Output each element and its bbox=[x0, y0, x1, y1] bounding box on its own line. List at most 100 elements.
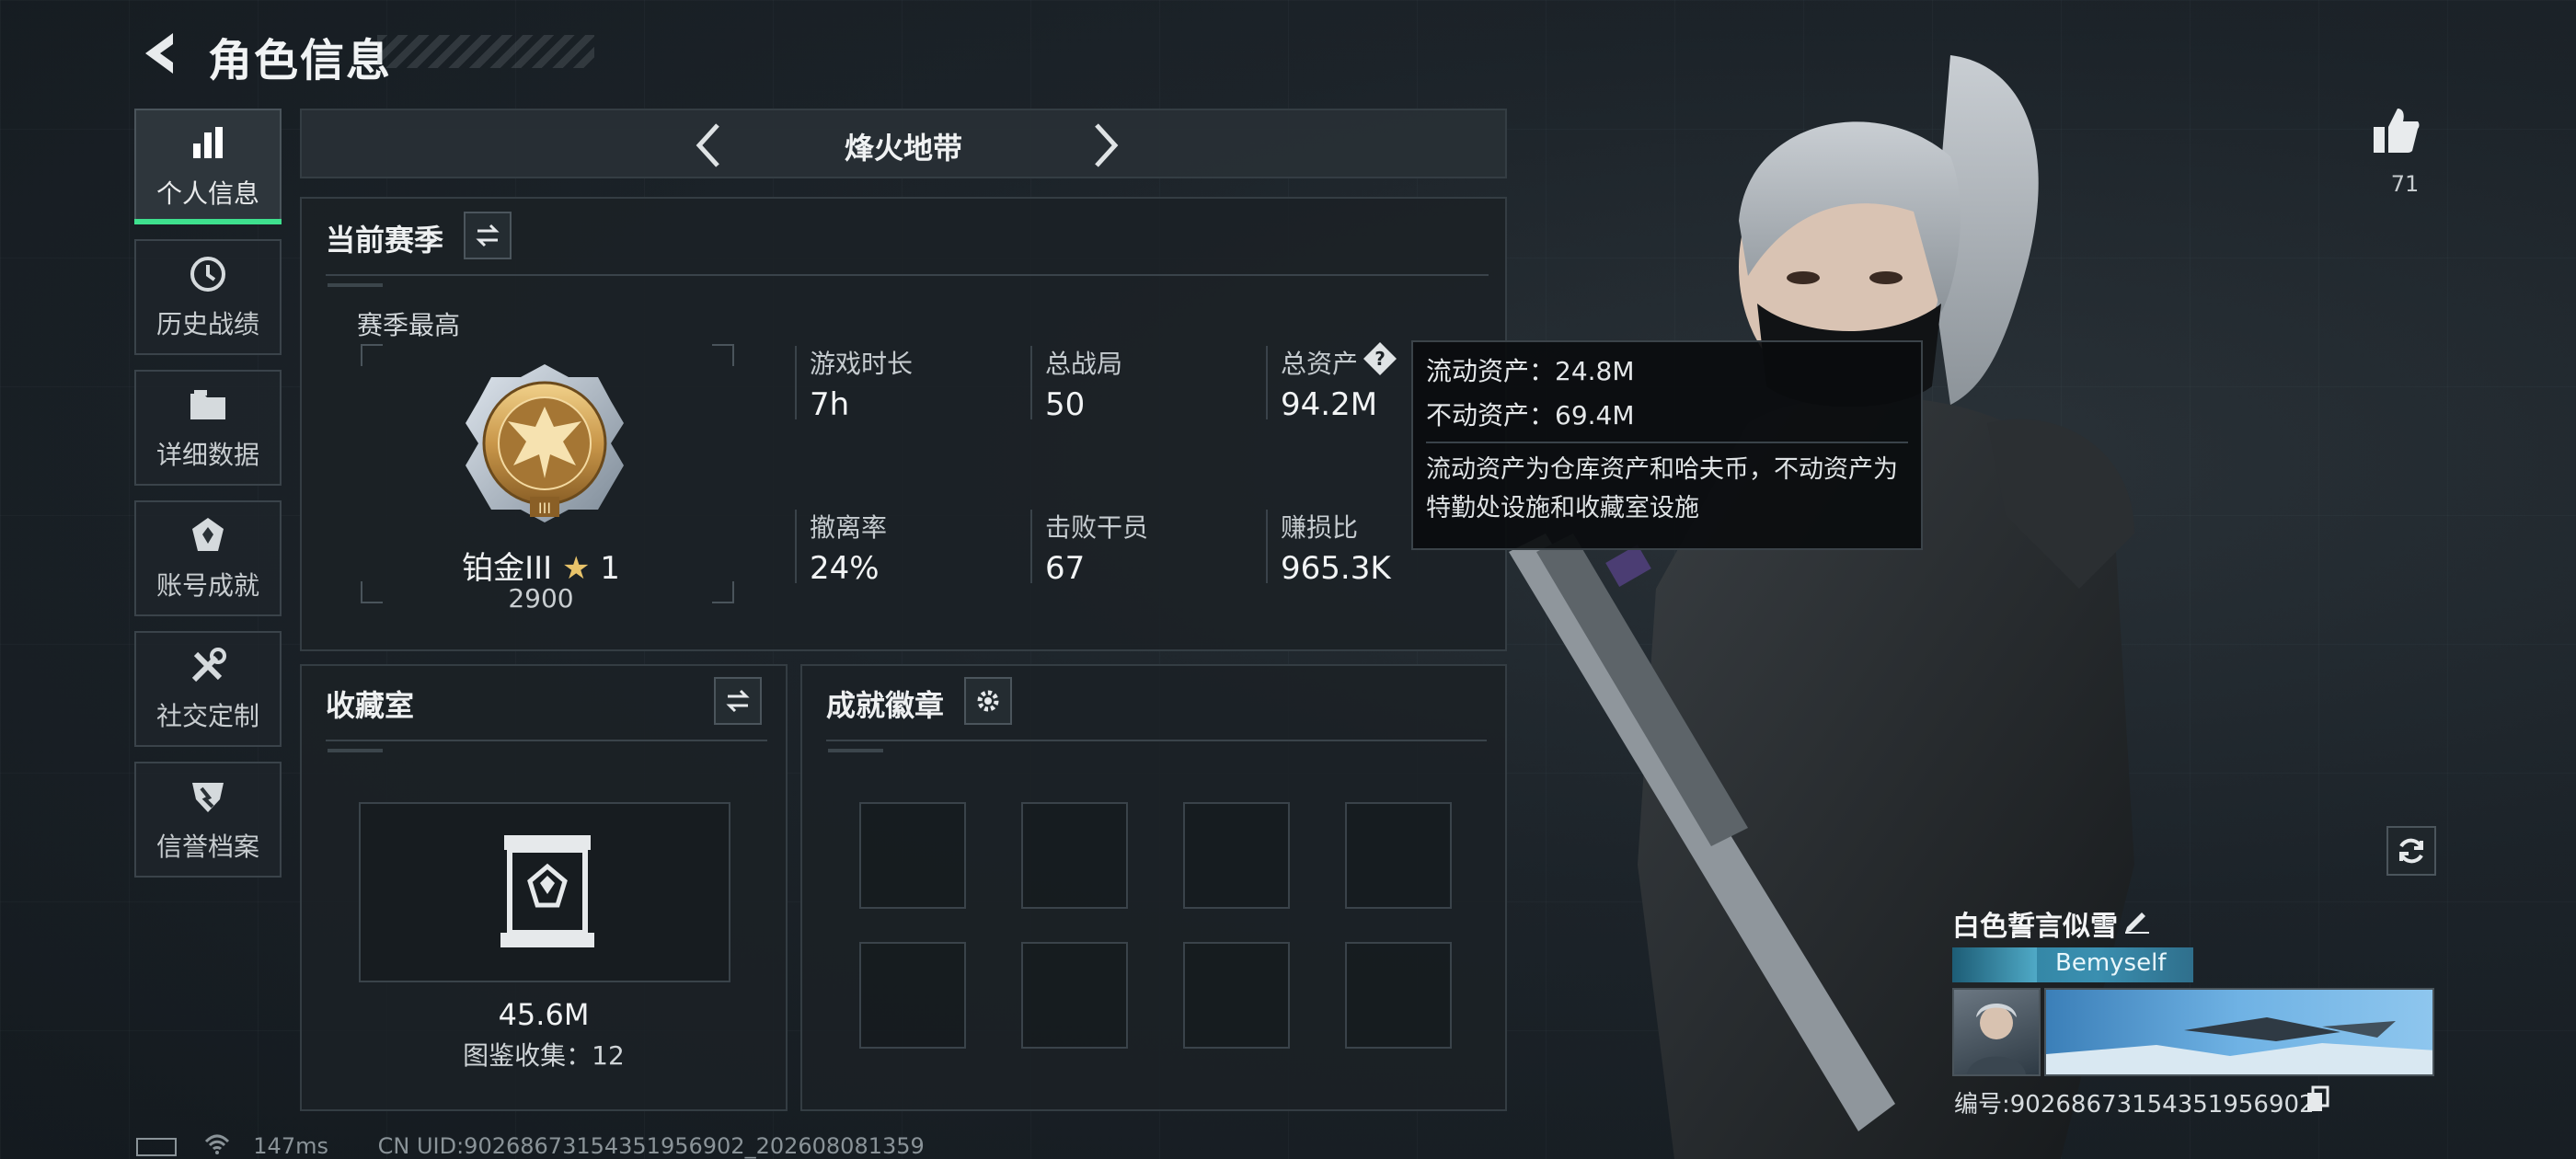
stat-value: 94.2M bbox=[1281, 386, 1378, 423]
player-title-tag[interactable]: Bemyself bbox=[1952, 947, 2193, 982]
mode-selector: 烽火地带 bbox=[300, 109, 1507, 178]
copy-id-button[interactable] bbox=[2306, 1085, 2329, 1113]
page-title: 角色信息 bbox=[208, 35, 393, 86]
decoration bbox=[328, 749, 383, 752]
sidebar-item-personal-info[interactable]: 个人信息 bbox=[134, 109, 282, 224]
svg-text:III: III bbox=[538, 499, 551, 517]
star-icon: ★ bbox=[561, 550, 591, 587]
divider bbox=[1030, 346, 1032, 419]
status-bar: 147ms CN UID:90268673154351956902_202608… bbox=[136, 1133, 925, 1159]
badge-slot[interactable] bbox=[1183, 942, 1290, 1049]
avatar[interactable] bbox=[1952, 988, 2041, 1076]
like-count: 71 bbox=[2390, 171, 2420, 197]
sidebar-item-label: 详细数据 bbox=[155, 440, 259, 470]
frame-corner bbox=[712, 344, 734, 366]
divider bbox=[326, 740, 767, 741]
rank-score: 2900 bbox=[508, 583, 574, 614]
name-card-banner[interactable] bbox=[2044, 988, 2434, 1076]
sidebar-item-label: 个人信息 bbox=[155, 178, 259, 209]
wifi-icon bbox=[204, 1134, 230, 1159]
tools-icon bbox=[187, 645, 229, 687]
divider bbox=[1266, 510, 1268, 583]
collection-panel: 收藏室 45.6M 图鉴收集：12 bbox=[300, 664, 788, 1111]
badges-panel: 成就徽章 bbox=[800, 664, 1507, 1111]
collection-display[interactable] bbox=[359, 802, 730, 982]
sidebar-item-label: 账号成就 bbox=[155, 570, 259, 601]
reputation-icon bbox=[187, 775, 229, 818]
rank-emblem-icon: III bbox=[460, 359, 629, 532]
rank-stars: 1 bbox=[600, 550, 620, 587]
assets-tooltip: 流动资产：24.8M 不动资产：69.4M 流动资产为仓库资产和哈夫币，不动资产… bbox=[1411, 340, 1923, 550]
bar-chart-icon bbox=[187, 122, 229, 165]
divider bbox=[795, 510, 797, 583]
next-mode-arrow-icon[interactable] bbox=[1082, 120, 1128, 171]
sidebar-item-label: 社交定制 bbox=[155, 701, 259, 731]
sidebar-item-detailed-data[interactable]: 详细数据 bbox=[134, 370, 282, 486]
badge-slot[interactable] bbox=[1345, 942, 1452, 1049]
mode-title: 烽火地带 bbox=[844, 131, 962, 166]
badge-slot[interactable] bbox=[859, 942, 966, 1049]
season-title: 当前赛季 bbox=[326, 223, 444, 258]
swap-icon bbox=[476, 224, 500, 247]
stat-label: 游戏时长 bbox=[810, 349, 914, 379]
history-icon bbox=[187, 253, 229, 295]
uid-text: CN UID:90268673154351956902_202608081359 bbox=[377, 1133, 925, 1159]
back-arrow-icon[interactable] bbox=[136, 28, 182, 79]
help-icon[interactable]: ? bbox=[1362, 340, 1398, 377]
thumbs-up-icon bbox=[2374, 109, 2420, 153]
swap-collection-button[interactable] bbox=[714, 677, 762, 725]
divider bbox=[795, 346, 797, 419]
rank-line: 铂金III ★ 1 bbox=[302, 543, 780, 588]
badge-slot[interactable] bbox=[1021, 802, 1128, 909]
badge-slot[interactable] bbox=[859, 802, 966, 909]
divider bbox=[826, 740, 1487, 741]
player-id: 编号:90268673154351956902 bbox=[1954, 1091, 2315, 1119]
svg-text:?: ? bbox=[1374, 348, 1386, 370]
rank-name: 铂金III bbox=[462, 550, 553, 587]
title-tag-emblem bbox=[1952, 947, 2037, 982]
sidebar-item-label: 信誉档案 bbox=[155, 832, 259, 862]
decoration bbox=[828, 749, 883, 752]
divider bbox=[1266, 346, 1268, 419]
gear-icon bbox=[977, 690, 999, 712]
stat-label: 赚损比 bbox=[1281, 512, 1359, 543]
sidebar-item-social[interactable]: 社交定制 bbox=[134, 631, 282, 747]
title-tag-text: Bemyself bbox=[2055, 949, 2167, 977]
tooltip-fixed-assets: 不动资产：69.4M bbox=[1426, 400, 1635, 430]
divider bbox=[1030, 510, 1032, 583]
swap-season-button[interactable] bbox=[464, 212, 512, 259]
rotate-button[interactable] bbox=[2386, 826, 2436, 876]
badge-settings-button[interactable] bbox=[964, 677, 1012, 725]
stat-label: 撤离率 bbox=[810, 512, 888, 543]
sidebar: 个人信息 历史战绩 详细数据 账号成就 社交定制 信誉档案 bbox=[134, 109, 282, 892]
season-best-label: 赛季最高 bbox=[357, 310, 461, 340]
badges-title: 成就徽章 bbox=[826, 688, 945, 723]
frame-corner bbox=[361, 344, 383, 366]
title-decoration bbox=[377, 35, 594, 68]
pencil-icon bbox=[2125, 912, 2149, 934]
badge-slot[interactable] bbox=[1021, 942, 1128, 1049]
stat-value: 965.3K bbox=[1281, 550, 1391, 587]
edit-name-button[interactable] bbox=[2122, 905, 2151, 935]
stat-label: 总战局 bbox=[1045, 349, 1123, 379]
stat-value: 67 bbox=[1045, 550, 1086, 587]
divider bbox=[1426, 442, 1908, 443]
swap-icon bbox=[726, 689, 750, 713]
sidebar-item-reputation[interactable]: 信誉档案 bbox=[134, 762, 282, 878]
stat-value: 7h bbox=[810, 386, 850, 423]
decoration bbox=[328, 283, 383, 287]
badge-slot[interactable] bbox=[1183, 802, 1290, 909]
like-button[interactable] bbox=[2370, 105, 2421, 156]
folder-icon bbox=[187, 384, 229, 426]
badge-slot[interactable] bbox=[1345, 802, 1452, 909]
collection-title: 收藏室 bbox=[326, 688, 415, 723]
stat-value: 50 bbox=[1045, 386, 1086, 423]
refresh-icon bbox=[2399, 838, 2423, 864]
stat-label: 击败干员 bbox=[1045, 512, 1149, 543]
achievement-icon bbox=[187, 514, 229, 557]
sidebar-item-label: 历史战绩 bbox=[155, 309, 259, 339]
collection-count: 图鉴收集：12 bbox=[463, 1040, 625, 1071]
sidebar-item-achievements[interactable]: 账号成就 bbox=[134, 500, 282, 616]
sidebar-item-history[interactable]: 历史战绩 bbox=[134, 239, 282, 355]
stat-value: 24% bbox=[810, 550, 880, 587]
